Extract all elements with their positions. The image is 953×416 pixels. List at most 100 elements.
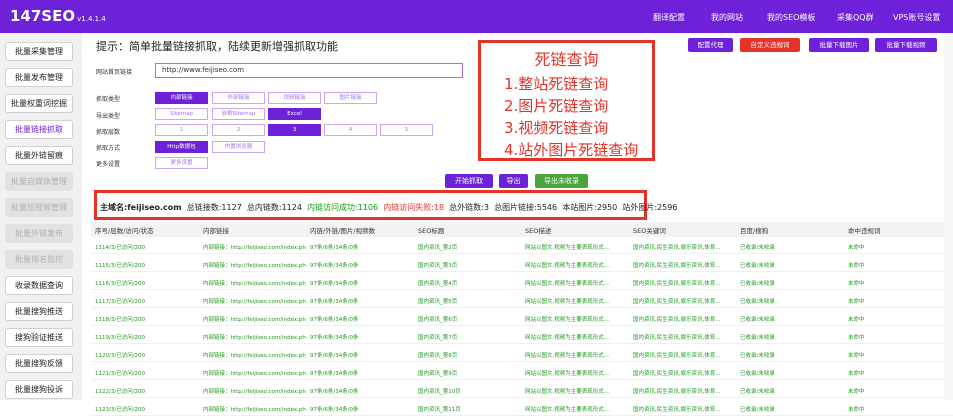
url-label: 网站首页链接 bbox=[96, 69, 133, 76]
cell-index: 1118/3/已访问/200 bbox=[95, 317, 146, 323]
cell-counts: 97条/6条/34条/0条 bbox=[310, 245, 359, 251]
sidebar-item-sogou-verify-push[interactable]: 搜狗验证推送 bbox=[5, 328, 73, 347]
export-unindexed-button[interactable]: 导出未收录 bbox=[535, 174, 588, 188]
cell-seo-title: 国内资讯_第11页 bbox=[418, 407, 461, 413]
cell-internal-link: 内部链接：http://feijiseo.com/index.ph bbox=[203, 353, 306, 359]
cell-seo-title: 国内资讯_第5页 bbox=[418, 299, 458, 305]
cell-seo-keywords: 国内资讯,民生资讯,娱乐资讯,体育... bbox=[633, 353, 721, 359]
table-row[interactable]: 1116/3/已访问/200 内部链接：http://feijiseo.com/i… bbox=[91, 275, 953, 290]
sidebar-item-index-query[interactable]: 收录数据查询 bbox=[5, 276, 73, 295]
batch-download-images-button[interactable]: 批量下载图片 bbox=[809, 38, 869, 52]
cell-banned-words: 未命中 bbox=[848, 371, 865, 377]
cell-counts: 97条/6条/34条/0条 bbox=[310, 281, 359, 287]
cell-seo-title: 国内资讯_第3页 bbox=[418, 263, 458, 269]
more-settings-button[interactable]: 更多设置 bbox=[155, 157, 208, 169]
cell-index-status: 已收录/未收录 bbox=[740, 407, 775, 413]
table-row[interactable]: 1123/3/已访问/200 内部链接：http://feijiseo.com/i… bbox=[91, 401, 953, 416]
stat-total-links: 总链接数:1127 bbox=[186, 203, 242, 212]
method-builtin-browser[interactable]: 内置浏览器 bbox=[212, 141, 265, 153]
sidebar-item-backlink-trace[interactable]: 批量外链留痕 bbox=[5, 146, 73, 165]
sidebar-item-sogou-push[interactable]: 批量搜狗推送 bbox=[5, 302, 73, 321]
cell-counts: 97条/6条/34条/0条 bbox=[310, 335, 359, 341]
col-header-index: 序号/层数/访问/状态 bbox=[95, 227, 154, 235]
site-url-input[interactable]: http://www.feijiseo.com bbox=[155, 63, 463, 78]
col-header-counts: 内链/外链/图片/视频数 bbox=[310, 227, 376, 235]
cell-seo-title: 国内资讯_第6页 bbox=[418, 317, 458, 323]
table-row[interactable]: 1117/3/已访问/200 内部链接：http://feijiseo.com/i… bbox=[91, 293, 953, 308]
depth-option-3[interactable]: 3 bbox=[268, 124, 321, 136]
col-header-seo-desc: SEO描述 bbox=[525, 227, 552, 235]
crawl-type-label: 抓取类型 bbox=[96, 96, 121, 103]
sidebar-item-link-crawl[interactable]: 批量链接抓取 bbox=[5, 120, 73, 139]
stat-internal-links: 总内链数:1124 bbox=[246, 203, 302, 212]
crawl-type-video[interactable]: 视频链接 bbox=[268, 92, 321, 104]
callout-item: 3.视频死链查询 bbox=[504, 119, 609, 137]
export-type-excel[interactable]: Excel bbox=[268, 108, 321, 120]
crawl-type-image[interactable]: 图片链接 bbox=[324, 92, 377, 104]
cell-seo-title: 国内资讯_第10页 bbox=[418, 389, 461, 395]
page-scrollbar[interactable] bbox=[944, 33, 953, 400]
cell-seo-keywords: 国内资讯,民生资讯,娱乐资讯,体育... bbox=[633, 299, 721, 305]
stat-internal-failed: 内链访问失败:18 bbox=[383, 203, 445, 212]
table-row[interactable]: 1114/3/已访问/200 内部链接：http://feijiseo.com/i… bbox=[91, 239, 953, 254]
sidebar-item-publish[interactable]: 批量发布管理 bbox=[5, 68, 73, 87]
depth-option-5[interactable]: 5 bbox=[380, 124, 433, 136]
cell-internal-link: 内部链接：http://feijiseo.com/index.ph bbox=[203, 281, 306, 287]
stats-line: 主域名:feijiseo.com 总链接数:1127 总内链数:1124 内链访… bbox=[100, 202, 677, 213]
dead-link-callout: 死链查询 1.整站死链查询 2.图片死链查询 3.视频死链查询 4.站外图片死链… bbox=[478, 40, 655, 161]
nav-translate-config[interactable]: 翻译配置 bbox=[653, 12, 685, 23]
method-http-packet[interactable]: Http数据包 bbox=[155, 141, 208, 153]
table-row[interactable]: 1115/3/已访问/200 内部链接：http://feijiseo.com/i… bbox=[91, 257, 953, 272]
cell-seo-title: 国内资讯_第4页 bbox=[418, 281, 458, 287]
callout-title: 死链查询 bbox=[534, 50, 599, 69]
depth-option-4[interactable]: 4 bbox=[324, 124, 377, 136]
batch-download-videos-button[interactable]: 批量下载视频 bbox=[875, 38, 937, 52]
sidebar-item-media[interactable]: 批量自媒体管理 bbox=[5, 172, 73, 191]
cell-internal-link: 内部链接：http://feijiseo.com/index.ph bbox=[203, 299, 306, 305]
cell-seo-desc: 网站以图文,视频为主要表现形式... bbox=[525, 245, 609, 251]
sidebar-item-short-video[interactable]: 批量短视频管理 bbox=[5, 198, 73, 217]
cell-banned-words: 未命中 bbox=[848, 299, 865, 305]
crawl-type-external[interactable]: 外部链接 bbox=[212, 92, 265, 104]
top-bar: 147SEO v1.4.1.4 翻译配置 我的网站 我的SEO模板 采集QQ群 V… bbox=[0, 0, 953, 33]
depth-option-2[interactable]: 2 bbox=[212, 124, 265, 136]
results-table: 序号/层数/访问/状态 内部链接 内链/外链/图片/视频数 SEO标题 SEO描… bbox=[91, 222, 953, 416]
sidebar-item-sogou-feedback[interactable]: 批量搜狗反馈 bbox=[5, 354, 73, 373]
export-type-sitemap[interactable]: Sitemap bbox=[155, 108, 208, 120]
cell-seo-desc: 网站以图文,视频为主要表现形式... bbox=[525, 389, 609, 395]
cell-internal-link: 内部链接：http://feijiseo.com/index.ph bbox=[203, 317, 306, 323]
proxy-config-button[interactable]: 配置代理 bbox=[688, 38, 733, 52]
custom-banned-words-button[interactable]: 自定义违规词 bbox=[740, 38, 800, 52]
table-row[interactable]: 1122/3/已访问/200 内部链接：http://feijiseo.com/i… bbox=[91, 383, 953, 398]
sidebar-item-sogou-complaint[interactable]: 批量搜狗投诉 bbox=[5, 380, 73, 399]
nav-my-sites[interactable]: 我的网站 bbox=[711, 12, 743, 23]
export-type-google-sitemap[interactable]: 谷歌Sitemap bbox=[212, 108, 265, 120]
app-name: 147SEO bbox=[10, 7, 76, 25]
nav-seo-templates[interactable]: 我的SEO模板 bbox=[767, 12, 815, 23]
crawl-type-internal[interactable]: 内部链接 bbox=[155, 92, 208, 104]
cell-seo-keywords: 国内资讯,民生资讯,娱乐资讯,体育... bbox=[633, 317, 721, 323]
cell-index: 1121/3/已访问/200 bbox=[95, 371, 146, 377]
cell-banned-words: 未命中 bbox=[848, 407, 865, 413]
cell-internal-link: 内部链接：http://feijiseo.com/index.ph bbox=[203, 371, 306, 377]
table-row[interactable]: 1119/3/已访问/200 内部链接：http://feijiseo.com/i… bbox=[91, 329, 953, 344]
cell-banned-words: 未命中 bbox=[848, 281, 865, 287]
nav-qq-groups[interactable]: 采集QQ群 bbox=[837, 12, 874, 23]
export-button[interactable]: 导出 bbox=[499, 174, 528, 188]
more-settings-label: 更多设置 bbox=[96, 161, 121, 168]
start-crawl-button[interactable]: 开始抓取 bbox=[445, 174, 493, 188]
sidebar-item-backlink-publish[interactable]: 批量外链发布 bbox=[5, 224, 73, 243]
sidebar-item-rank-monitor[interactable]: 批量排名监控 bbox=[5, 250, 73, 269]
export-type-label: 导出类型 bbox=[96, 113, 121, 120]
nav-vps-settings[interactable]: VPS账号设置 bbox=[893, 12, 940, 23]
col-header-seo-keywords: SEO关键词 bbox=[633, 227, 666, 235]
depth-option-1[interactable]: 1 bbox=[155, 124, 208, 136]
cell-seo-desc: 网站以图文,视频为主要表现形式... bbox=[525, 353, 609, 359]
table-header: 序号/层数/访问/状态 内部链接 内链/外链/图片/视频数 SEO标题 SEO描… bbox=[91, 222, 953, 237]
table-row[interactable]: 1121/3/已访问/200 内部链接：http://feijiseo.com/i… bbox=[91, 365, 953, 380]
table-row[interactable]: 1118/3/已访问/200 内部链接：http://feijiseo.com/i… bbox=[91, 311, 953, 326]
sidebar-item-keyword-mining[interactable]: 批量权重词挖掘 bbox=[5, 94, 73, 113]
cell-seo-desc: 网站以图文,视频为主要表现形式... bbox=[525, 281, 609, 287]
table-row[interactable]: 1120/3/已访问/200 内部链接：http://feijiseo.com/i… bbox=[91, 347, 953, 362]
sidebar-item-collect[interactable]: 批量采集管理 bbox=[5, 42, 73, 61]
